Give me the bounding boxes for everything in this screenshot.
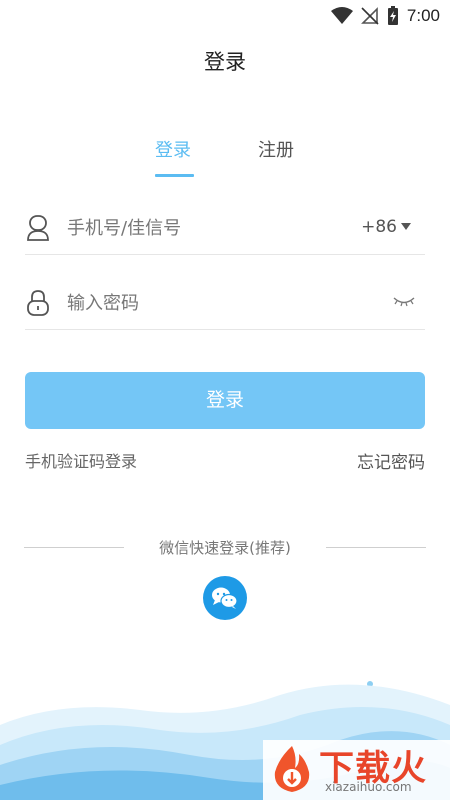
phone-input[interactable]: [67, 210, 347, 246]
tab-active-indicator: [155, 174, 194, 177]
no-signal-icon: [360, 7, 379, 25]
watermark: 下载火 xiazaihuo.com: [263, 740, 450, 800]
watermark-domain: xiazaihuo.com: [325, 780, 412, 794]
password-field: [25, 277, 425, 330]
tab-register[interactable]: 注册: [258, 136, 294, 162]
flame-logo-icon: [274, 746, 310, 792]
divider-right: [326, 547, 426, 548]
country-code-label: +86: [361, 217, 397, 237]
lock-icon: [27, 290, 49, 316]
tab-login[interactable]: 登录: [155, 136, 191, 162]
eye-closed-icon[interactable]: [393, 295, 415, 309]
user-icon: [27, 215, 49, 241]
status-icons: 7:00: [330, 4, 440, 28]
phone-field: +86: [25, 202, 425, 255]
page-title: 登录: [204, 50, 246, 74]
password-input[interactable]: [67, 285, 347, 321]
sms-login-link[interactable]: 手机验证码登录: [25, 448, 137, 472]
country-code-selector[interactable]: +86: [361, 217, 411, 237]
wechat-icon: [212, 587, 238, 609]
status-time: 7:00: [406, 6, 440, 25]
forgot-password-link[interactable]: 忘记密码: [357, 448, 425, 473]
battery-charging-icon: [387, 6, 398, 25]
caret-down-icon: [401, 223, 411, 230]
wechat-login-button[interactable]: [203, 576, 247, 620]
login-button[interactable]: 登录: [25, 372, 425, 429]
status-bar: 7:00: [0, 0, 450, 32]
wifi-icon: [330, 7, 353, 24]
auth-tabs: 登录 注册: [0, 130, 450, 180]
